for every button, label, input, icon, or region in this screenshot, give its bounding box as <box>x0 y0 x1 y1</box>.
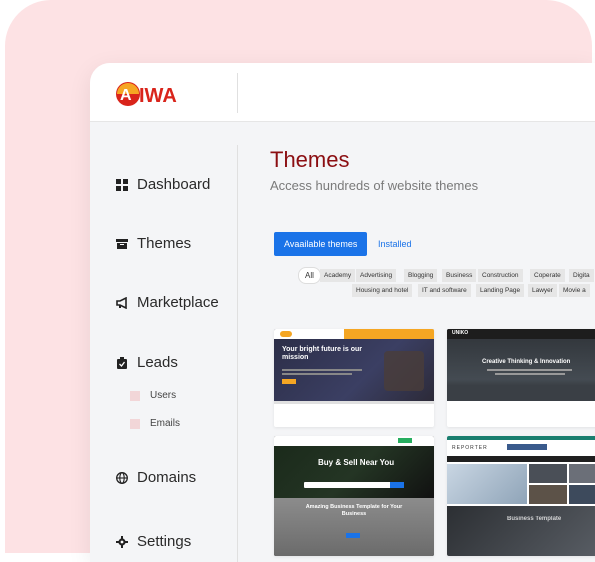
theme-thumbnail: REPORTER Business Template <box>447 436 595 556</box>
aiwa-logo[interactable]: A IWA <box>115 81 195 107</box>
category-chip[interactable]: Lawyer <box>528 284 557 297</box>
theme-text-line <box>487 369 572 371</box>
category-chip[interactable]: Business <box>442 269 477 282</box>
theme-photo-small <box>569 485 595 504</box>
category-chip[interactable]: Digita <box>569 269 594 282</box>
theme-subheadline: Amazing Business Template for Your Busin… <box>305 504 403 517</box>
sidebar-item-domains[interactable]: Domains <box>116 469 196 486</box>
theme-photo-small <box>529 464 567 483</box>
gear-icon <box>116 535 128 548</box>
theme-photo-main <box>447 464 527 504</box>
top-bar: A IWA <box>90 63 595 122</box>
theme-cta-button <box>346 533 360 538</box>
sidebar-item-label: Themes <box>137 235 192 252</box>
sidebar-item-themes[interactable]: Themes <box>116 235 191 252</box>
theme-brand: REPORTER <box>452 445 488 451</box>
theme-navbar <box>447 329 595 339</box>
theme-headline: Buy & Sell Near You <box>318 458 395 467</box>
theme-search-bar <box>304 482 404 488</box>
sidebar-item-label: Domains <box>137 469 197 486</box>
theme-topline <box>447 436 595 440</box>
theme-cta-button <box>282 379 296 384</box>
archive-icon <box>116 238 128 249</box>
sidebar-subitem-label: Emails <box>150 418 181 429</box>
theme-headline: Business Template <box>507 516 562 522</box>
category-chip[interactable]: Blogging <box>404 269 438 282</box>
theme-street-image <box>447 385 595 401</box>
theme-photo-small <box>569 464 595 483</box>
svg-text:A: A <box>120 87 132 104</box>
theme-nav-button <box>398 438 412 443</box>
sidebar-item-marketplace[interactable]: Marketplace <box>116 294 219 311</box>
theme-card[interactable]: UNIKO Creative Thinking & Innovation <box>447 329 595 427</box>
topbar-divider <box>237 73 238 113</box>
sidebar-item-label: Dashboard <box>137 176 211 193</box>
emails-swatch <box>130 418 140 429</box>
page-subtitle: Access hundreds of website themes <box>270 178 479 193</box>
category-chip[interactable]: Coperate <box>530 269 565 282</box>
category-chip[interactable]: Advertising <box>356 269 397 282</box>
tab-installed[interactable]: Installed <box>378 232 412 256</box>
category-chip[interactable]: Movie a <box>559 284 590 297</box>
sidebar-item-leads[interactable]: Leads <box>116 354 178 371</box>
grid-icon <box>116 178 128 191</box>
category-chip-all[interactable]: All <box>298 267 321 284</box>
sidebar-subitem-emails[interactable]: Emails <box>130 418 180 429</box>
theme-thumbnail: Your bright future is our mission <box>274 329 434 401</box>
theme-menu <box>344 329 434 339</box>
theme-logo <box>280 331 292 337</box>
globe-icon <box>116 471 128 484</box>
theme-card[interactable]: Buy & Sell Near You Amazing Business Tem… <box>274 436 434 556</box>
category-chip[interactable]: Academy <box>320 269 356 282</box>
sidebar-item-settings[interactable]: Settings <box>116 533 191 550</box>
theme-thumbnail: Buy & Sell Near You Amazing Business Tem… <box>274 436 434 556</box>
clipboard-icon <box>117 356 127 369</box>
theme-card[interactable]: Your bright future is our mission <box>274 329 434 427</box>
sidebar-subitem-users[interactable]: Users <box>130 390 176 401</box>
svg-text:IWA: IWA <box>139 85 177 107</box>
theme-banner <box>507 444 547 450</box>
sidebar-item-label: Settings <box>137 533 192 550</box>
theme-text-line <box>282 373 352 375</box>
sidebar-item-label: Leads <box>137 354 178 371</box>
page-title: Themes <box>270 147 350 172</box>
category-chip[interactable]: Landing Page <box>476 284 525 297</box>
theme-photo-small <box>529 485 567 504</box>
sidebar-item-dashboard[interactable]: Dashboard <box>116 176 210 193</box>
megaphone-icon <box>116 296 127 309</box>
theme-hero-image <box>274 446 434 498</box>
theme-brand: UNIKO <box>452 330 469 336</box>
theme-text-line <box>282 369 362 371</box>
sidebar-item-label: Marketplace <box>137 294 219 311</box>
tab-available-themes[interactable]: Avaailable themes <box>274 232 368 256</box>
theme-text-line <box>495 373 565 375</box>
category-chip[interactable]: IT and software <box>418 284 471 297</box>
sidebar-subitem-label: Users <box>150 390 177 401</box>
category-chip[interactable]: Housing and hotel <box>352 284 413 297</box>
sidebar-divider <box>237 145 238 562</box>
theme-card[interactable]: REPORTER Business Template <box>447 436 595 556</box>
theme-card-border <box>274 401 434 404</box>
theme-headline: Creative Thinking & Innovation <box>482 359 571 365</box>
theme-photo <box>384 351 424 391</box>
users-swatch <box>130 390 140 401</box>
theme-thumbnail: UNIKO Creative Thinking & Innovation <box>447 329 595 401</box>
theme-headline: Your bright future is our mission <box>282 346 362 361</box>
app-window: A IWA Dashboard Themes Marketplace Leads… <box>90 63 595 562</box>
theme-search-button <box>390 482 404 488</box>
category-chip[interactable]: Construction <box>478 269 523 282</box>
theme-section-image <box>447 506 595 556</box>
theme-navbar <box>447 456 595 462</box>
